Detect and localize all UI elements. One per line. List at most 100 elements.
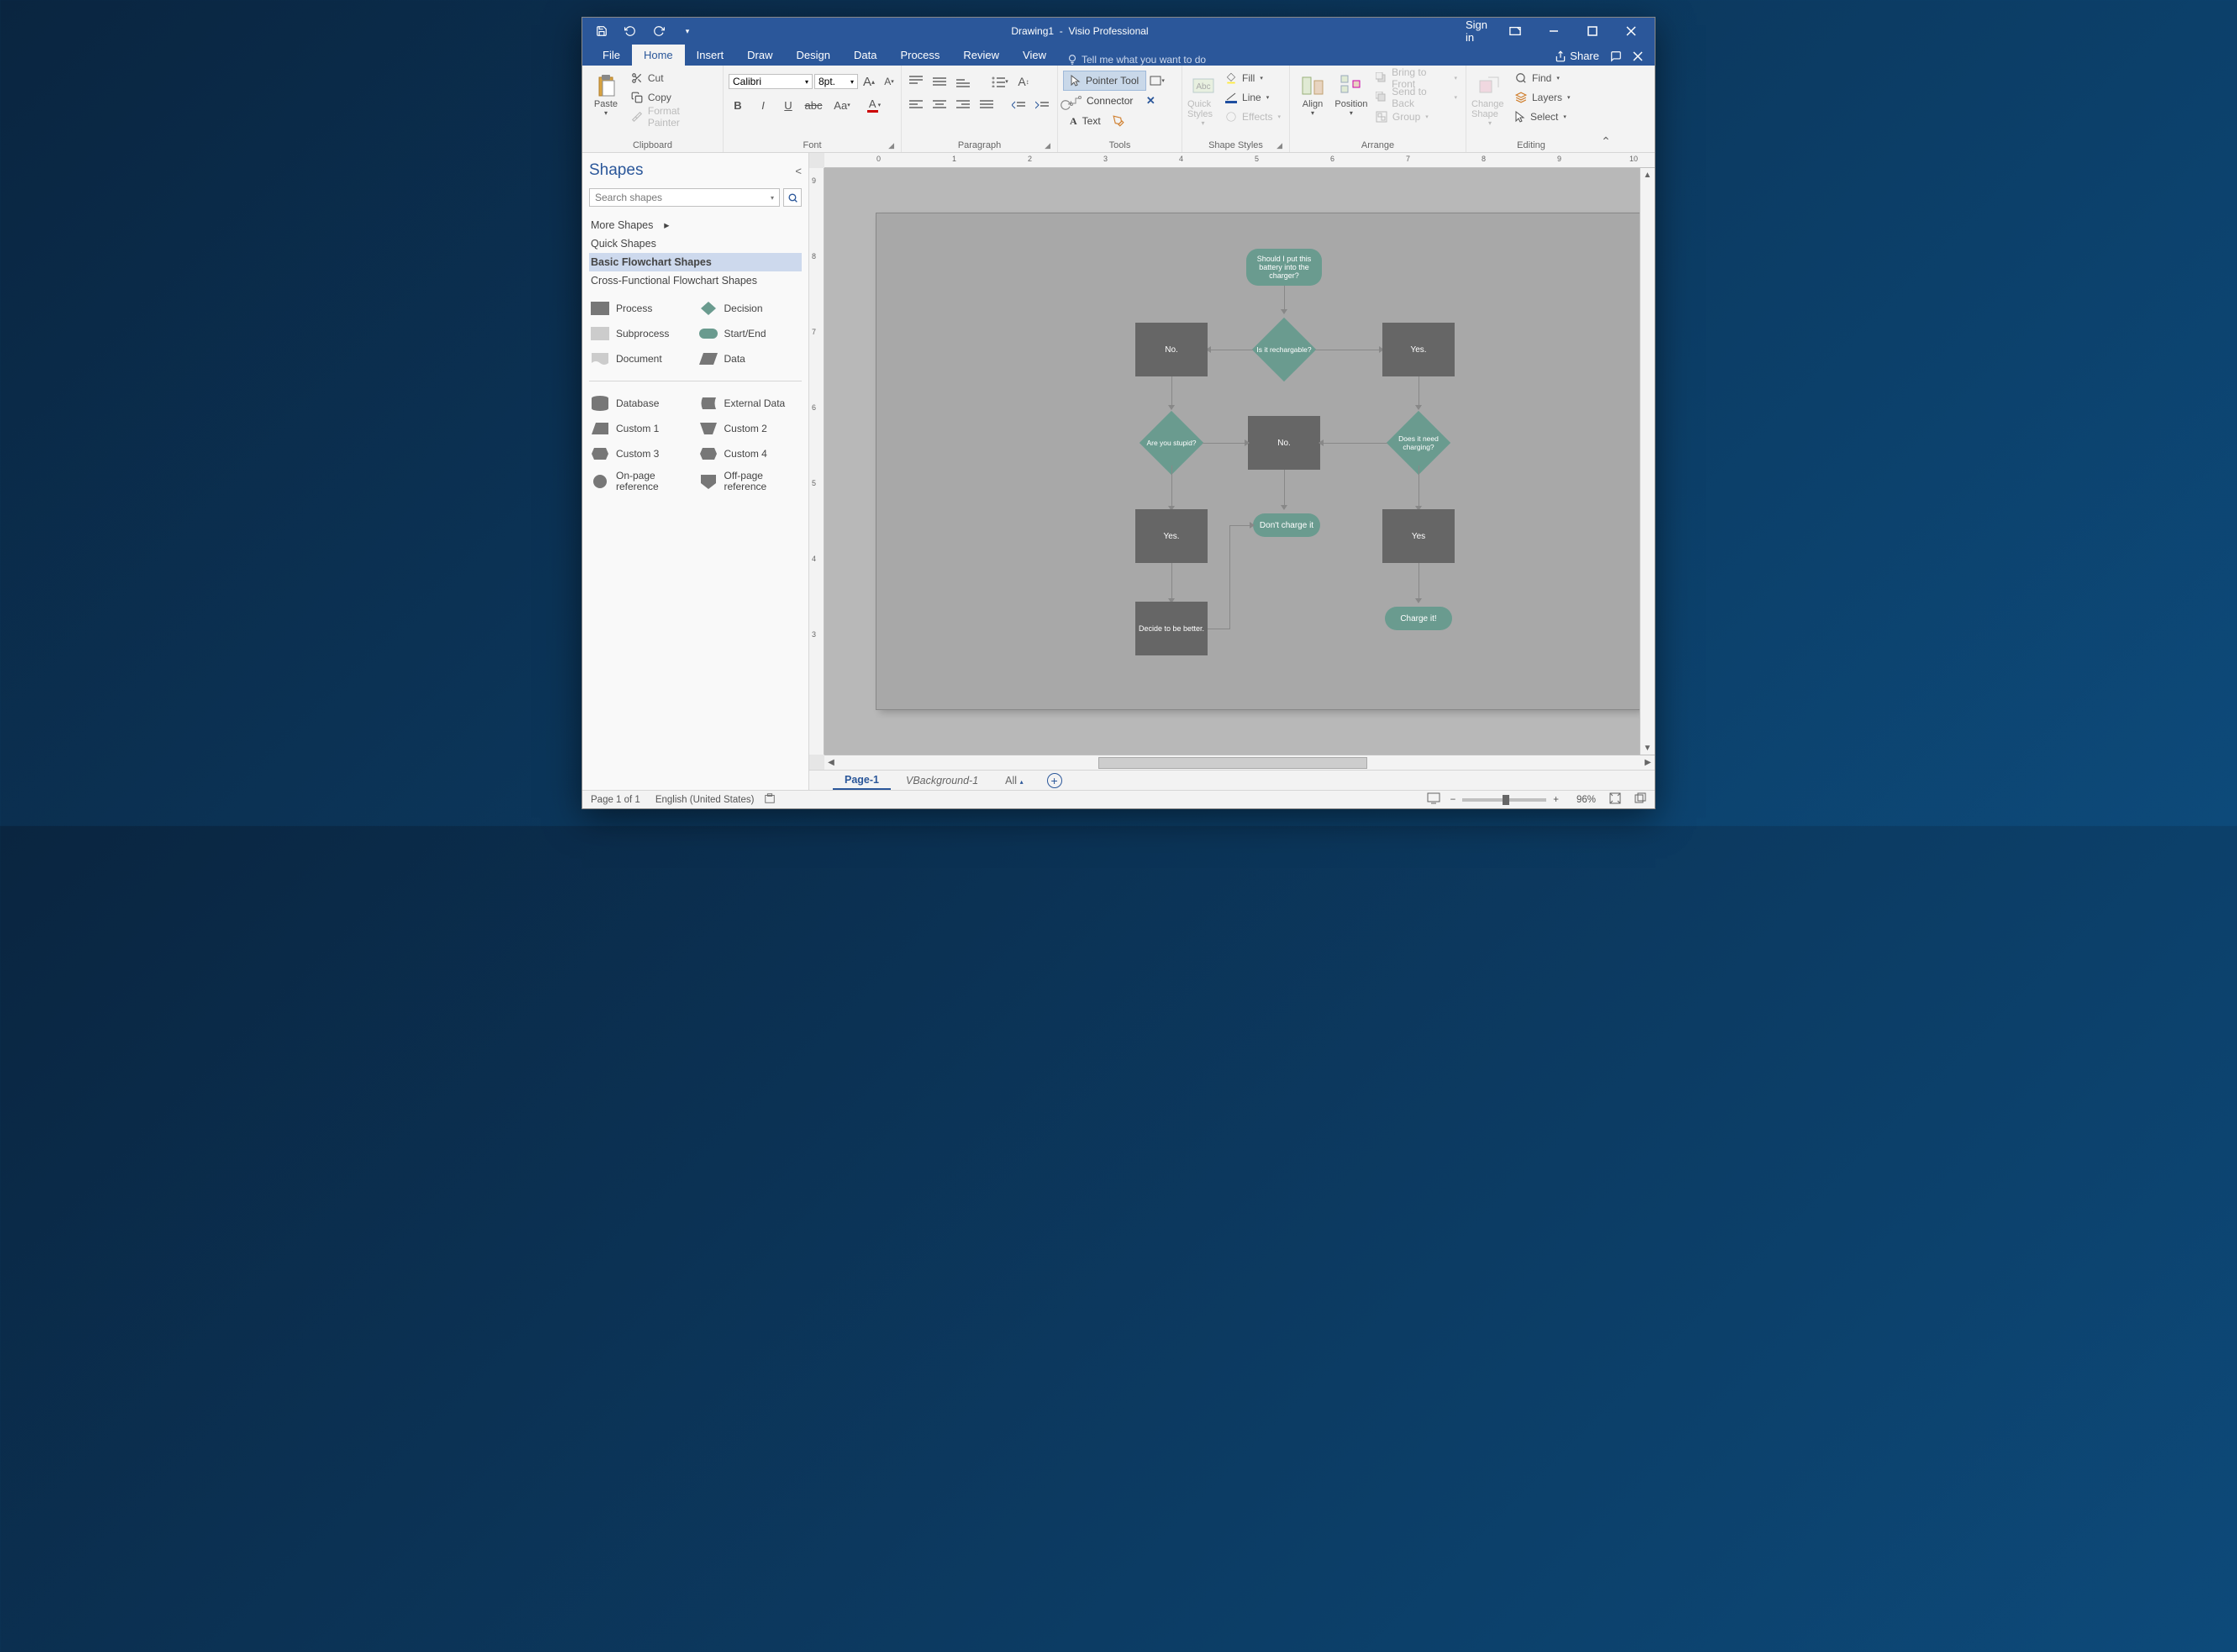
drawing-page[interactable]: Should I put this battery into the charg… <box>876 213 1640 709</box>
send-to-back-button[interactable]: Send to Back ▾ <box>1372 88 1461 107</box>
bullets-button[interactable]: ▾ <box>991 72 1009 91</box>
node-charge-it[interactable]: Charge it! <box>1385 607 1452 630</box>
scrollbar-thumb[interactable] <box>1098 757 1367 769</box>
page-tab-all[interactable]: All ▴ <box>993 772 1034 789</box>
shape-external-data[interactable]: External Data <box>697 393 803 413</box>
shape-onpage-ref[interactable]: On-page reference <box>589 469 694 494</box>
tab-process[interactable]: Process <box>888 45 951 66</box>
align-right-button[interactable] <box>954 96 972 114</box>
tab-design[interactable]: Design <box>785 45 842 66</box>
scroll-right-icon[interactable]: ▶ <box>1641 755 1655 770</box>
comments-icon[interactable] <box>1609 50 1623 62</box>
node-yes2[interactable]: Yes. <box>1135 509 1208 563</box>
close-icon[interactable] <box>1614 18 1648 45</box>
effects-button[interactable]: Effects ▾ <box>1222 108 1284 126</box>
shape-custom1[interactable]: Custom 1 <box>589 418 694 439</box>
ink-tool-button[interactable] <box>1109 112 1128 130</box>
macro-recording-icon[interactable] <box>764 792 776 807</box>
tab-data[interactable]: Data <box>842 45 888 66</box>
connection-point-button[interactable]: ✕ <box>1141 92 1160 110</box>
ribbon-display-icon[interactable] <box>1498 18 1532 45</box>
line-button[interactable]: Line ▾ <box>1222 88 1284 107</box>
shrink-font-button[interactable]: A▾ <box>880 72 898 91</box>
layers-button[interactable]: Layers ▾ <box>1512 88 1574 107</box>
zoom-slider[interactable] <box>1462 798 1546 802</box>
tab-home[interactable]: Home <box>632 45 685 66</box>
grow-font-button[interactable]: A▴ <box>860 72 878 91</box>
node-dont-charge[interactable]: Don't charge it <box>1253 513 1320 537</box>
tell-me-search[interactable]: Tell me what you want to do <box>1058 54 1214 66</box>
stencil-basic-flowchart[interactable]: Basic Flowchart Shapes <box>589 253 802 271</box>
italic-button[interactable]: I <box>754 96 772 114</box>
maximize-icon[interactable] <box>1576 18 1609 45</box>
qat-customize-icon[interactable]: ▾ <box>678 22 697 40</box>
node-decision-rechargable[interactable]: Is it rechargable? <box>1254 327 1314 372</box>
page-tab-background[interactable]: VBackground-1 <box>894 772 990 789</box>
switch-windows-icon[interactable] <box>1634 792 1646 807</box>
underline-button[interactable]: U <box>779 96 797 114</box>
change-shape-button[interactable]: Change Shape▾ <box>1471 69 1508 127</box>
shape-custom3[interactable]: Custom 3 <box>589 444 694 464</box>
fit-to-window-icon[interactable] <box>1609 792 1621 807</box>
shape-custom2[interactable]: Custom 2 <box>697 418 803 439</box>
minimize-icon[interactable] <box>1537 18 1571 45</box>
justify-button[interactable] <box>977 96 996 114</box>
scroll-up-icon[interactable]: ▲ <box>1640 168 1655 182</box>
shape-data[interactable]: Data <box>697 349 803 369</box>
quick-styles-button[interactable]: Abc Quick Styles▾ <box>1187 69 1219 127</box>
paragraph-dialog-launcher-icon[interactable]: ◢ <box>1045 141 1050 150</box>
shape-database[interactable]: Database <box>589 393 694 413</box>
stencil-quick-shapes[interactable]: Quick Shapes <box>589 234 802 253</box>
position-button[interactable]: Position▾ <box>1334 69 1369 117</box>
align-button[interactable]: Align▾ <box>1295 69 1330 117</box>
save-icon[interactable] <box>592 22 611 40</box>
presentation-mode-icon[interactable] <box>1427 792 1440 807</box>
select-button[interactable]: Select ▾ <box>1512 108 1574 126</box>
align-left-button[interactable] <box>907 96 925 114</box>
decrease-indent-button[interactable] <box>1009 96 1028 114</box>
group-button[interactable]: Group ▾ <box>1372 108 1461 126</box>
zoom-in-button[interactable]: + <box>1553 795 1559 805</box>
node-start[interactable]: Should I put this battery into the charg… <box>1246 249 1322 286</box>
shape-decision[interactable]: Decision <box>697 298 803 318</box>
collapse-shapes-icon[interactable]: < <box>795 165 802 177</box>
node-no1[interactable]: No. <box>1135 323 1208 376</box>
share-button[interactable]: Share <box>1555 50 1599 62</box>
format-painter-button[interactable]: Format Painter <box>628 108 718 126</box>
zoom-out-button[interactable]: − <box>1450 795 1456 805</box>
shape-custom4[interactable]: Custom 4 <box>697 444 803 464</box>
font-dialog-launcher-icon[interactable]: ◢ <box>888 141 894 150</box>
node-decision-stupid[interactable]: Are you stupid? <box>1141 420 1202 466</box>
change-case-button[interactable]: Aa▾ <box>829 96 855 114</box>
paste-button[interactable]: Paste▾ <box>587 69 624 117</box>
cut-button[interactable]: Cut <box>628 69 718 87</box>
font-size-dropdown[interactable]: 8pt.▾ <box>814 74 858 89</box>
add-page-button[interactable]: + <box>1047 773 1062 788</box>
font-color-button[interactable]: A▾ <box>861 96 887 114</box>
align-top-button[interactable] <box>907 72 925 91</box>
node-decide[interactable]: Decide to be better. <box>1135 602 1208 655</box>
tab-review[interactable]: Review <box>951 45 1011 66</box>
tab-view[interactable]: View <box>1011 45 1058 66</box>
search-button[interactable] <box>783 188 802 207</box>
bring-to-front-button[interactable]: Bring to Front ▾ <box>1372 69 1461 87</box>
tab-draw[interactable]: Draw <box>735 45 784 66</box>
shape-offpage-ref[interactable]: Off-page reference <box>697 469 803 494</box>
shape-start-end[interactable]: Start/End <box>697 324 803 344</box>
copy-button[interactable]: Copy <box>628 88 718 107</box>
scroll-down-icon[interactable]: ▼ <box>1640 741 1655 755</box>
strikethrough-button[interactable]: abc <box>804 96 823 114</box>
fill-button[interactable]: Fill ▾ <box>1222 69 1284 87</box>
redo-icon[interactable] <box>650 22 668 40</box>
scroll-left-icon[interactable]: ◀ <box>824 755 838 770</box>
search-shapes-input[interactable]: Search shapes▾ <box>589 188 780 207</box>
node-no2[interactable]: No. <box>1248 416 1320 470</box>
align-middle-button[interactable] <box>930 72 949 91</box>
more-shapes-link[interactable]: More Shapes ▸ <box>589 215 802 234</box>
page-tab-1[interactable]: Page-1 <box>833 771 891 790</box>
collapse-ribbon-button[interactable]: ⌃ <box>1596 66 1616 152</box>
rectangle-tool-button[interactable]: ▾ <box>1148 71 1166 90</box>
zoom-level[interactable]: 96% <box>1566 795 1596 805</box>
undo-icon[interactable] <box>621 22 640 40</box>
shapestyles-dialog-launcher-icon[interactable]: ◢ <box>1276 141 1282 150</box>
